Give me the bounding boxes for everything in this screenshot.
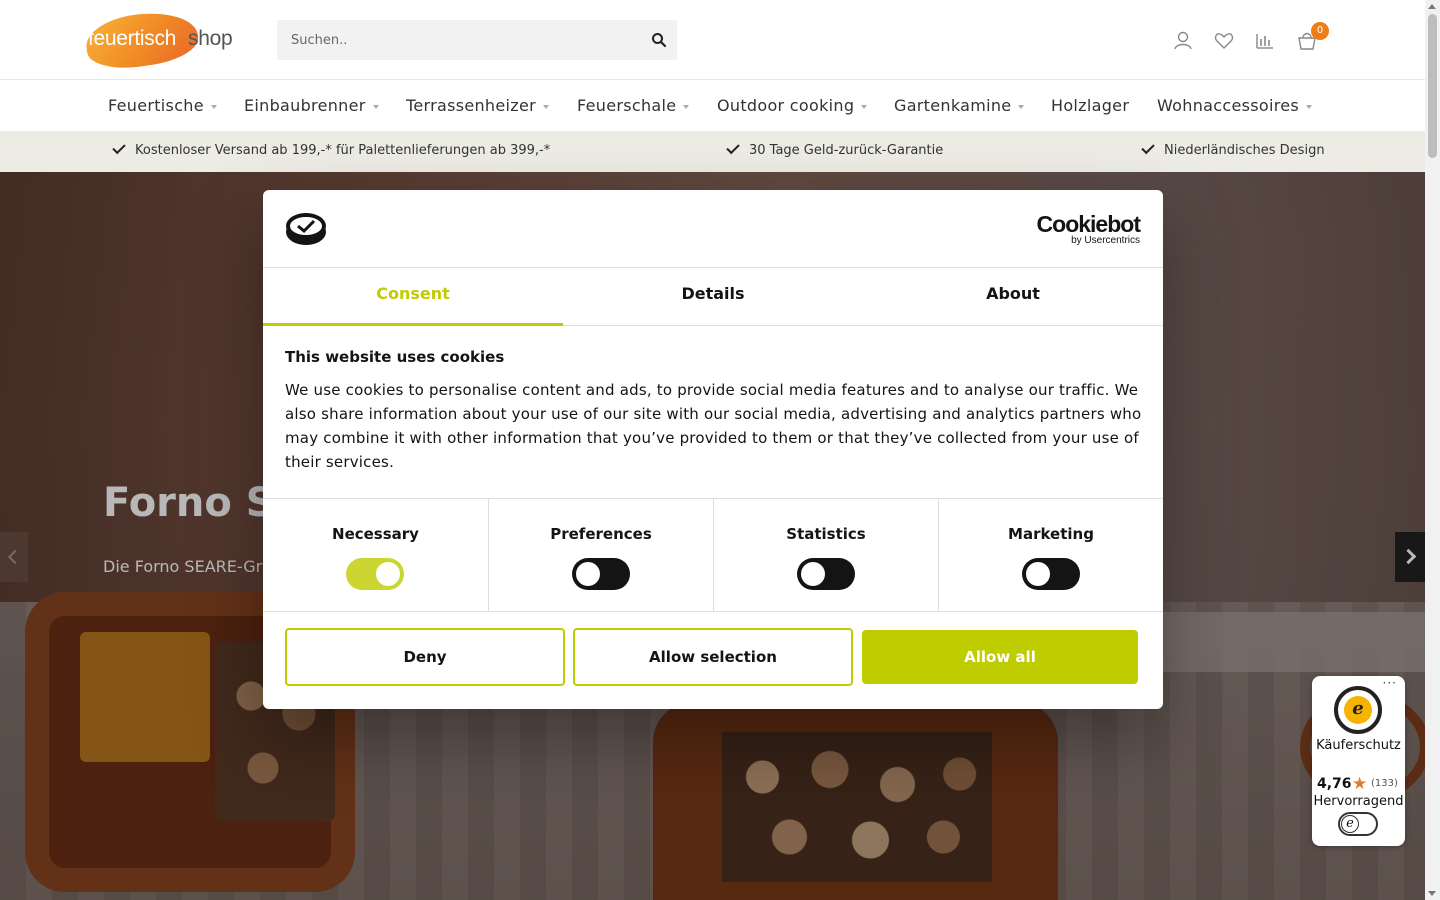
buyer-protection-label: Käuferschutz (1316, 738, 1401, 753)
review-count: (133) (1371, 778, 1398, 789)
cookiebot-brand: Cookiebot by Usercentrics (1036, 211, 1141, 246)
nav-item-outdoor-cooking[interactable]: Outdoor cooking (717, 96, 868, 115)
usp-item-guarantee: 30 Tage Geld-zurück-Garantie (726, 140, 943, 158)
toggle-group-preferences: Preferences (488, 499, 713, 612)
checkmark-icon (112, 140, 126, 155)
cart-count-badge: 0 (1311, 22, 1329, 40)
trusted-shops-e-icon: e (1341, 815, 1359, 833)
more-options-icon[interactable]: ··· (1383, 676, 1397, 690)
deny-button[interactable]: Deny (285, 628, 565, 686)
cookie-consent-dialog: Cookiebot by Usercentrics Consent Detail… (263, 190, 1163, 709)
cookiebot-logo-icon (286, 213, 326, 245)
nav-item-terrassenheizer[interactable]: Terrassenheizer (406, 96, 549, 115)
rating-score: 4,76 (1317, 776, 1352, 792)
search-icon[interactable] (651, 32, 667, 48)
dialog-text: We use cookies to personalise content an… (285, 381, 1142, 471)
chevron-down-icon (372, 104, 379, 109)
scroll-up-arrow-icon[interactable] (1428, 4, 1436, 9)
usp-item-shipping: Kostenloser Versand ab 199,-* für Palett… (112, 140, 550, 158)
toggle-group-necessary: Necessary (263, 499, 488, 612)
logo-text-feuertisch: feuertisch (88, 27, 177, 50)
tab-about[interactable]: About (863, 268, 1163, 326)
chevron-down-icon (861, 104, 868, 109)
usp-item-design: Niederländisches Design (1141, 140, 1325, 158)
nav-item-einbaubrenner[interactable]: Einbaubrenner (244, 96, 379, 115)
page-scrollbar[interactable] (1425, 0, 1440, 900)
dialog-header: Cookiebot by Usercentrics (263, 190, 1163, 268)
nav-item-feuertische[interactable]: Feuertische (108, 96, 217, 115)
nav-item-gartenkamine[interactable]: Gartenkamine (894, 96, 1025, 115)
statistics-toggle[interactable] (797, 558, 855, 590)
toggle-group-statistics: Statistics (713, 499, 938, 612)
chevron-down-icon (683, 104, 690, 109)
nav-item-feuerschale[interactable]: Feuerschale (577, 96, 690, 115)
trusted-shops-badge[interactable]: ··· e Käuferschutz 4,76 ★ (133) Hervorra… (1312, 676, 1405, 846)
consent-toggles: Necessary Preferences Statistics Marketi… (263, 498, 1163, 612)
nav-item-holzlager[interactable]: Holzlager (1051, 96, 1129, 115)
tab-details[interactable]: Details (563, 268, 863, 326)
marketing-toggle[interactable] (1022, 558, 1080, 590)
chevron-down-icon (1306, 104, 1313, 109)
chevron-down-icon (542, 104, 549, 109)
main-navigation: Feuertische Einbaubrenner Terrassenheize… (0, 81, 1425, 131)
chevron-down-icon (1018, 104, 1025, 109)
allow-all-button[interactable]: Allow all (862, 630, 1138, 684)
necessary-toggle[interactable] (346, 558, 404, 590)
search-bar (277, 20, 677, 60)
dialog-buttons: Deny Allow selection Allow all (263, 628, 1163, 688)
account-icon[interactable] (1172, 30, 1194, 52)
scroll-down-arrow-icon[interactable] (1428, 891, 1436, 896)
nav-item-wohnaccessoires[interactable]: Wohnaccessoires (1157, 96, 1313, 115)
tab-consent[interactable]: Consent (263, 268, 563, 326)
site-logo[interactable]: feuertisch shop (82, 6, 246, 74)
site-header: feuertisch shop 0 (0, 0, 1425, 80)
dialog-tabs: Consent Details About (263, 268, 1163, 326)
checkmark-icon (1141, 140, 1155, 155)
scrollbar-thumb[interactable] (1428, 14, 1437, 158)
usp-bar: Kostenloser Versand ab 199,-* für Palett… (0, 131, 1425, 172)
checkmark-icon (726, 140, 740, 155)
rating-label: Hervorragend (1313, 794, 1404, 809)
allow-selection-button[interactable]: Allow selection (573, 628, 853, 686)
logo-text-shop: shop (188, 27, 233, 50)
compare-icon[interactable] (1254, 30, 1276, 52)
dialog-heading: This website uses cookies (285, 348, 505, 366)
preferences-toggle[interactable] (572, 558, 630, 590)
trusted-shops-seal-icon: e (1334, 686, 1382, 734)
toggle-group-marketing: Marketing (938, 499, 1163, 612)
dialog-body: This website uses cookies We use cookies… (285, 348, 1145, 474)
search-input[interactable] (277, 20, 637, 60)
heart-icon[interactable] (1213, 30, 1235, 52)
chevron-down-icon (210, 104, 217, 109)
trusted-shops-toggle[interactable]: e (1338, 812, 1378, 836)
star-icon: ★ (1352, 774, 1368, 794)
